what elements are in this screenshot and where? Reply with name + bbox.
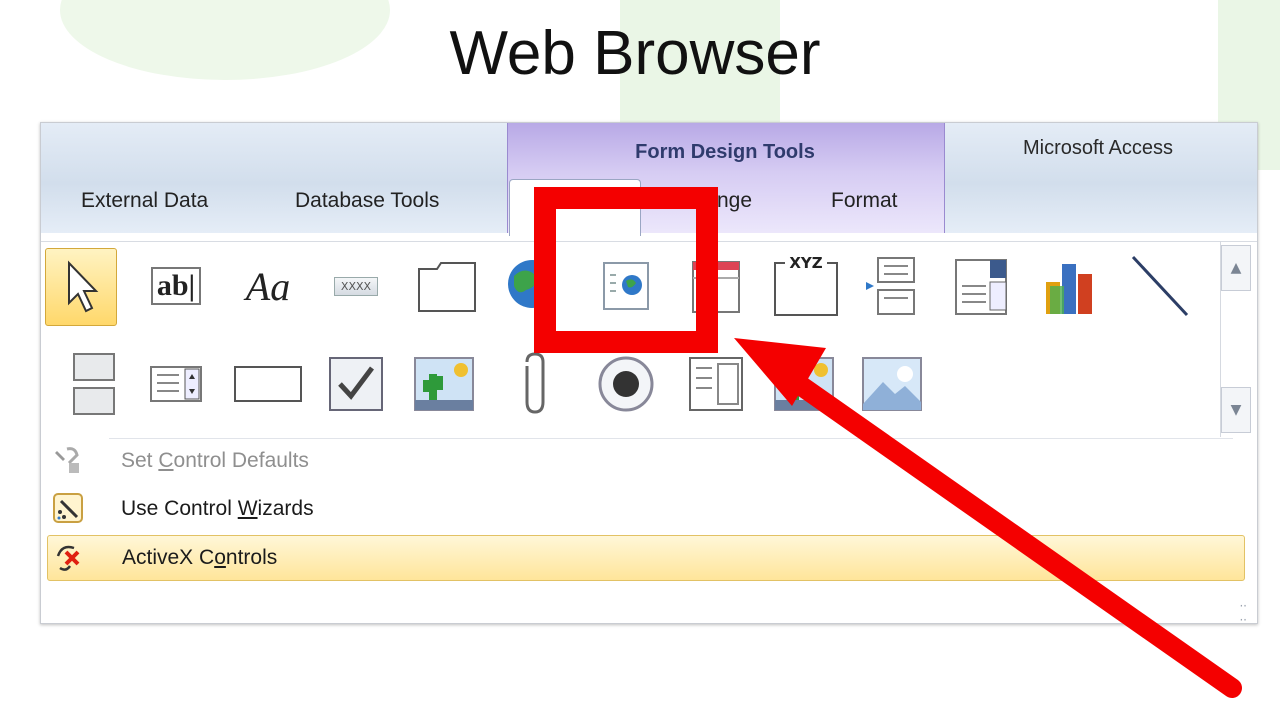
- pointer-arrow: [734, 338, 1242, 698]
